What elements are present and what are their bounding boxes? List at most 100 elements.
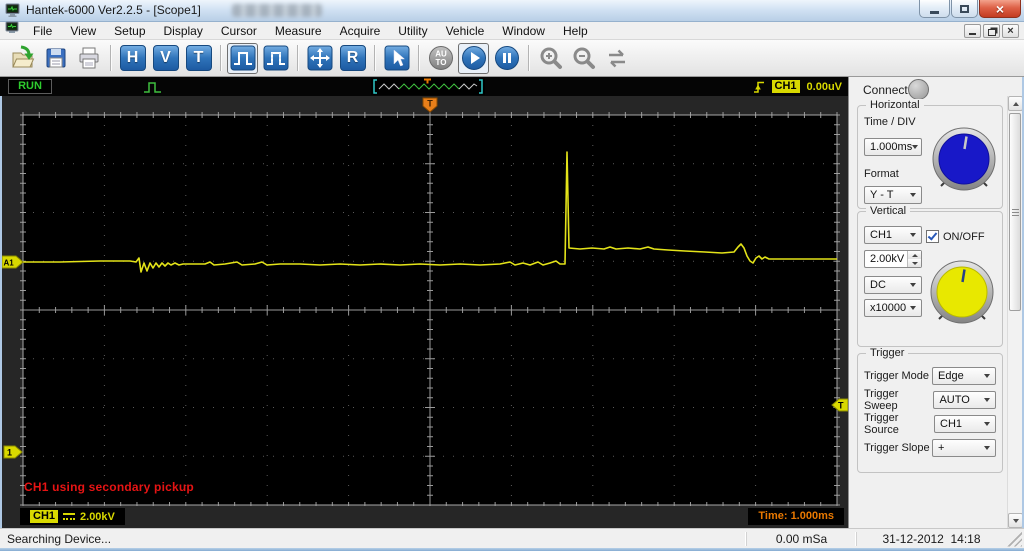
triangle-up-icon [1012, 101, 1019, 106]
menu-cursor[interactable]: Cursor [212, 24, 266, 38]
menu-file[interactable]: File [24, 24, 61, 38]
waveform-capture-button[interactable] [227, 42, 258, 74]
probe-attenuation-select[interactable]: x10000 [864, 299, 922, 317]
print-button[interactable] [73, 43, 104, 74]
ch1-scale-readout: CH1 2.00kV [20, 508, 125, 525]
menu-help[interactable]: Help [554, 24, 597, 38]
chevron-down-icon [984, 398, 990, 402]
thumb-grip-icon [1012, 209, 1019, 216]
datetime: 31-12-2012 14:18 [856, 531, 1006, 546]
zoom-in-button[interactable] [535, 43, 566, 74]
trigger-settings-icon: T [185, 45, 212, 71]
waveform-capture-icon [230, 45, 255, 71]
print-icon [79, 47, 98, 69]
menu-utility[interactable]: Utility [389, 24, 436, 38]
volts-div-stepper[interactable]: 2.00kV [864, 250, 922, 268]
autoset-button[interactable]: AU TO [425, 43, 456, 74]
zoom-out-button[interactable] [568, 43, 599, 74]
reset-button[interactable]: R [337, 43, 368, 74]
scroll-up-button[interactable] [1008, 96, 1023, 111]
timebase-readout: Time: 1.000ms [748, 508, 844, 525]
menu-setup[interactable]: Setup [105, 24, 154, 38]
mdi-close-button[interactable]: × [1002, 24, 1019, 38]
minimize-icon [930, 10, 939, 14]
channel1-zero-marker[interactable]: 1 [3, 445, 23, 459]
save-button[interactable] [40, 43, 71, 74]
svg-text:T: T [838, 401, 844, 411]
horizontal-settings-icon: H [119, 45, 146, 71]
trigger-settings-button[interactable]: T [183, 43, 214, 74]
horizontal-knob[interactable] [928, 123, 1000, 200]
connect-label: Connect: [863, 83, 912, 97]
menu-acquire[interactable]: Acquire [331, 24, 390, 38]
waveform-position-preview[interactable] [371, 78, 485, 95]
trigger-group-title: Trigger [866, 347, 909, 359]
scrollbar-thumb[interactable] [1009, 113, 1021, 311]
ch1-badge: CH1 [30, 510, 59, 523]
onoff-label: ON/OFF [943, 231, 985, 243]
status-bar: Searching Device... 0.00 mSa 31-12-2012 … [0, 528, 1024, 548]
horizontal-group: Horizontal Time / DIV 1.000ms Format Y -… [857, 99, 1003, 209]
format-label: Format [864, 168, 899, 180]
channel-onoff-checkbox[interactable] [926, 230, 939, 243]
waveform-record-button[interactable] [260, 43, 291, 74]
measure-cross-button[interactable] [304, 43, 335, 74]
pause-button[interactable] [491, 43, 522, 74]
svg-text:T: T [427, 99, 433, 109]
rising-edge-icon [753, 81, 764, 93]
mdi-restore-icon [987, 28, 996, 36]
run-status-indicator: RUN [8, 79, 52, 94]
channel-strip: CH1 2.00kV Time: 1.000ms [0, 506, 848, 528]
toolbar-separator [528, 45, 529, 71]
start-icon [461, 46, 486, 70]
vertical-knob[interactable] [926, 256, 998, 333]
blurred-watermark [232, 4, 322, 17]
dc-coupling-icon [63, 513, 76, 520]
zoom-out-icon [573, 47, 595, 69]
connect-button[interactable] [908, 79, 929, 100]
menu-vehicle[interactable]: Vehicle [437, 24, 494, 38]
window-maximize-button[interactable] [951, 0, 978, 18]
menu-measure[interactable]: Measure [266, 24, 331, 38]
start-button[interactable] [458, 42, 489, 74]
panel-scrollbar[interactable] [1007, 96, 1023, 528]
chevron-down-icon [984, 446, 990, 450]
vertical-settings-button[interactable]: V [150, 43, 181, 74]
window-close-button[interactable]: × [979, 0, 1021, 18]
trigger-slope-select[interactable]: + [932, 439, 996, 457]
spin-down-icon[interactable] [908, 259, 921, 267]
window-minimize-button[interactable] [919, 0, 950, 18]
chevron-down-icon [984, 374, 990, 378]
coupling-select[interactable]: DC [864, 276, 922, 294]
resize-grip[interactable] [1006, 530, 1022, 547]
horizontal-settings-button[interactable]: H [117, 43, 148, 74]
pause-icon [494, 46, 519, 70]
time-div-select[interactable]: 1.000ms [864, 138, 922, 156]
open-button[interactable] [7, 43, 38, 74]
trigger-source-select[interactable]: CH1 [934, 415, 996, 433]
zoom-in-icon [540, 47, 562, 69]
sample-rate: 0.00 mSa [746, 531, 856, 546]
cursor-select-button[interactable] [381, 43, 412, 74]
trigger-mode-select[interactable]: Edge [932, 367, 996, 385]
waveform-marker-a1[interactable]: A1 [1, 255, 24, 269]
trigger-sweep-select[interactable]: AUTO [933, 391, 996, 409]
trigger-channel-badge: CH1 [771, 80, 800, 93]
scroll-down-button[interactable] [1008, 513, 1023, 528]
spin-up-icon[interactable] [908, 251, 921, 259]
ch1-scale-value: 2.00kV [80, 510, 115, 523]
trigger-position-marker[interactable]: T [422, 97, 438, 113]
menu-window[interactable]: Window [493, 24, 554, 38]
self-calibration-button[interactable] [601, 43, 632, 74]
mdi-restore-button[interactable] [983, 24, 1000, 38]
menu-view[interactable]: View [61, 24, 105, 38]
menu-bar: File View Setup Display Cursor Measure Acquire… [0, 21, 1024, 40]
toolbar: H V T R AU TO [0, 40, 1024, 77]
channel-select[interactable]: CH1 [864, 226, 922, 244]
mdi-close-icon: × [1007, 24, 1014, 37]
format-select[interactable]: Y - T [864, 186, 922, 204]
menu-display[interactable]: Display [155, 24, 212, 38]
chevron-down-icon [984, 422, 990, 426]
mdi-minimize-button[interactable] [964, 24, 981, 38]
toolbar-separator [374, 45, 375, 71]
